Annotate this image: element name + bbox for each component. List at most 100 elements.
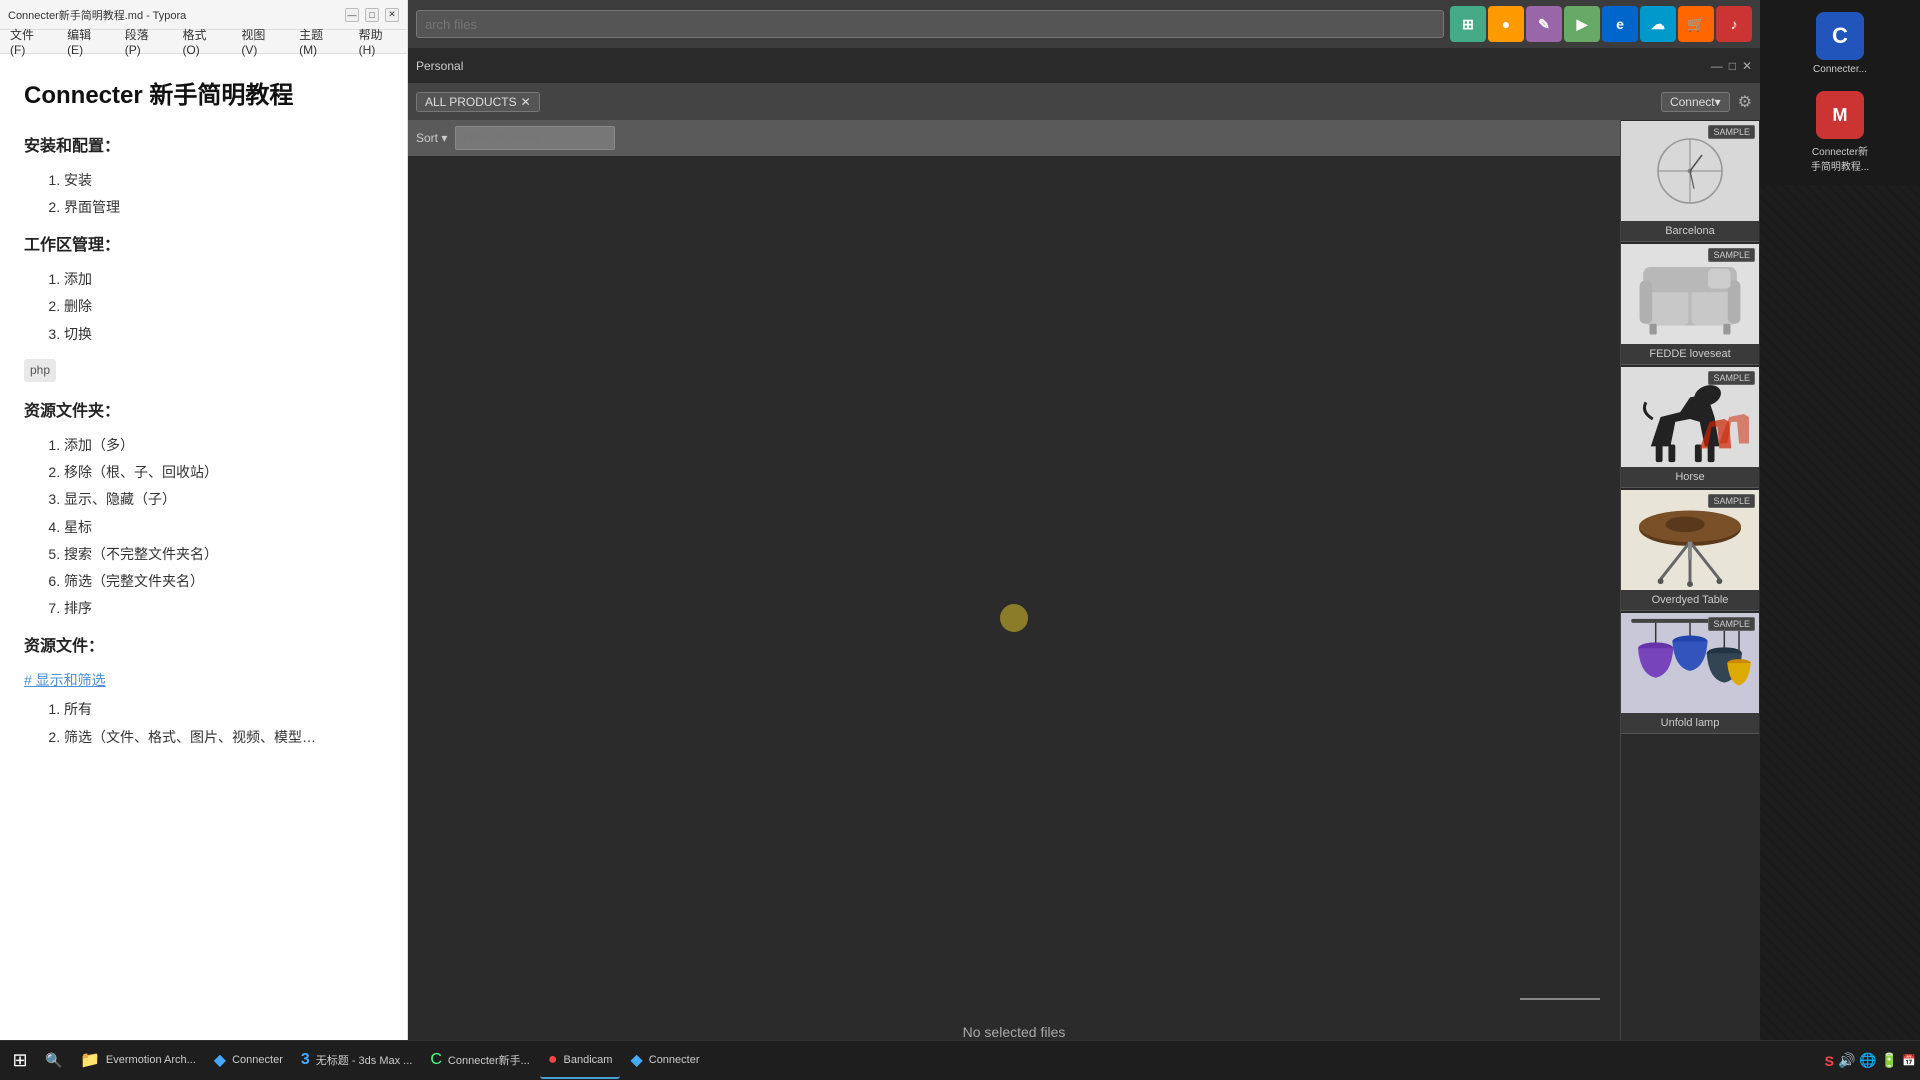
search-input[interactable] [425,17,1435,32]
list-item: 排序 [64,596,383,621]
product-unfold-img: SAMPLE [1621,613,1759,713]
product-fedde-loveseat[interactable]: SAMPLE [1621,244,1759,365]
product-barcelona-img: SAMPLE [1621,121,1759,221]
purple-icon[interactable]: ✎ [1526,6,1562,42]
sample-badge: SAMPLE [1708,494,1755,508]
taskbar-apps: 📁 Evermotion Arch... ◆ Connecter 3 无标题 -… [72,1043,708,1079]
barcelona-svg [1650,131,1730,211]
tray-icon-volume[interactable]: 🔊 [1838,1052,1855,1069]
connecter2-icon: C [430,1051,442,1069]
desktop-icon-connecter-doc-label: Connecter新手简明教程... [1809,143,1871,173]
product-fedde-img: SAMPLE [1621,244,1759,344]
desktop-icon-connecter-doc[interactable]: M Connecter新手简明教程... [1805,87,1875,177]
app-icon-row: ⊞ ● ✎ ▶ e ☁ 🛒 ♪ [1450,6,1752,42]
list-item: 移除（根、子、回收站） [64,460,383,485]
taskbar-tray: S 🔊 🌐 🔋 📅 [1825,1052,1916,1069]
doc-title: Connecter 新手简明教程 [24,74,383,117]
start-button[interactable]: ⊞ [4,1045,36,1077]
product-unfold-label: Unfold lamp [1621,713,1759,733]
typora-menubar: 文件(F) 编辑(E) 段落(P) 格式(O) 视图(V) 主题(M) 帮助(H… [0,30,407,54]
explorer-icon: 📁 [80,1050,100,1070]
taskbar-app-bandicam[interactable]: ● Bandicam [540,1043,621,1079]
list-item: 搜索（不完整文件夹名） [64,542,383,567]
typora-content: Connecter 新手简明教程 安装和配置： 安装 界面管理 工作区管理： 添… [0,54,407,1056]
file-browser-area: Sort ▾ No selected files [408,120,1620,1080]
section-link[interactable]: # 显示和筛选 [24,672,106,688]
personal-minimize[interactable]: — [1711,59,1723,73]
cursor-dot [1000,604,1028,632]
product-unfold-lamp[interactable]: SAMPLE [1621,613,1759,734]
typora-title: Connecter新手简明教程.md - Typora [8,7,345,23]
list-item: 安装 [64,168,383,193]
teal-icon[interactable]: ☁ [1640,6,1676,42]
php-badge: php [24,359,56,383]
typora-panel: Connecter新手简明教程.md - Typora — □ ✕ 文件(F) … [0,0,408,1080]
taskbar-app-connecter[interactable]: ◆ Connecter [206,1043,291,1079]
sample-badge: SAMPLE [1708,248,1755,262]
taskbar-search-icon[interactable]: 🔍 [38,1045,70,1077]
product-fedde-label: FEDDE loveseat [1621,344,1759,364]
list-item: 显示、隐藏（子） [64,487,383,512]
no-files-text: No selected files [963,1024,1066,1040]
typora-minimize-button[interactable]: — [345,8,359,22]
list-item: 筛选（文件、格式、图片、视频、模型… [64,725,383,750]
personal-close[interactable]: ✕ [1742,59,1752,73]
filter-input[interactable] [455,126,615,150]
product-horse-img: SAMPLE [1621,367,1759,467]
list-item: 界面管理 [64,195,383,220]
connecter-toolbar: ⊞ ● ✎ ▶ e ☁ 🛒 ♪ [408,0,1760,48]
personal-label: Personal [416,59,463,73]
section-resource-file: 资源文件： [24,633,383,662]
product-overdyed-label: Overdyed Table [1621,590,1759,610]
product-horse[interactable]: SAMPLE [1621,367,1759,488]
product-overdyed-img: SAMPLE [1621,490,1759,590]
section-resource-folder: 资源文件夹： [24,398,383,427]
list-item: 添加 [64,267,383,292]
list-item: 筛选（完整文件夹名） [64,569,383,594]
sample-badge: SAMPLE [1708,125,1755,139]
product-overdyed-table[interactable]: SAMPLE [1621,490,1759,611]
all-products-button[interactable]: ALL PRODUCTS ✕ [416,92,540,112]
desktop-panel: C Connecter... M Connecter新手简明教程... [1760,0,1920,1080]
search-box[interactable] [416,10,1444,38]
tray-clock: 📅 [1902,1054,1916,1067]
tray-icon-network[interactable]: 🌐 [1859,1052,1876,1069]
tray-icon-s[interactable]: S [1825,1053,1834,1069]
typora-window-controls: — □ ✕ [345,8,399,22]
sort-button[interactable]: Sort ▾ [416,131,447,145]
file-main-area: No selected files [408,156,1620,1080]
blue-icon[interactable]: e [1602,6,1638,42]
typora-maximize-button[interactable]: □ [365,8,379,22]
product-panel: SAMPLE Barcelona [1620,120,1760,1080]
list-item: 添加（多） [64,433,383,458]
list-item: 切换 [64,322,383,347]
green-icon[interactable]: ▶ [1564,6,1600,42]
taskbar-app-3dsmax[interactable]: 3 无标题 - 3ds Max ... [293,1043,420,1079]
taskbar-app-explorer[interactable]: 📁 Evermotion Arch... [72,1043,204,1079]
orange2-icon[interactable]: 🛒 [1678,6,1714,42]
red-icon[interactable]: ♪ [1716,6,1752,42]
sample-badge: SAMPLE [1708,371,1755,385]
orange-icon[interactable]: ● [1488,6,1524,42]
desktop-icon-connecter-label: Connecter... [1813,64,1867,75]
scroll-indicator [1520,998,1600,1000]
connect-button[interactable]: Connect▾ [1661,92,1730,112]
personal-maximize[interactable]: □ [1729,59,1736,73]
desktop-icon-connecter-app[interactable]: C Connecter... [1805,8,1875,79]
gear-icon[interactable]: ⚙ [1738,92,1752,112]
product-barcelona[interactable]: SAMPLE Barcelona [1621,121,1759,242]
taskbar-app-connecter2[interactable]: C Connecter新手... [422,1043,537,1079]
list-item: 星标 [64,515,383,540]
product-horse-label: Horse [1621,467,1759,487]
taskbar-app-connecter3[interactable]: ◆ Connecter [622,1043,707,1079]
list-item: 删除 [64,294,383,319]
sample-badge: SAMPLE [1708,617,1755,631]
3dsmax-icon: 3 [301,1051,310,1069]
file-topbar: Sort ▾ [408,120,1620,156]
tray-icon-battery[interactable]: 🔋 [1881,1052,1898,1069]
app-layout: Connecter新手简明教程.md - Typora — □ ✕ 文件(F) … [0,0,1920,1080]
section-workspace: 工作区管理： [24,232,383,261]
typora-close-button[interactable]: ✕ [385,8,399,22]
win-icon[interactable]: ⊞ [1450,6,1486,42]
product-barcelona-label: Barcelona [1621,221,1759,241]
